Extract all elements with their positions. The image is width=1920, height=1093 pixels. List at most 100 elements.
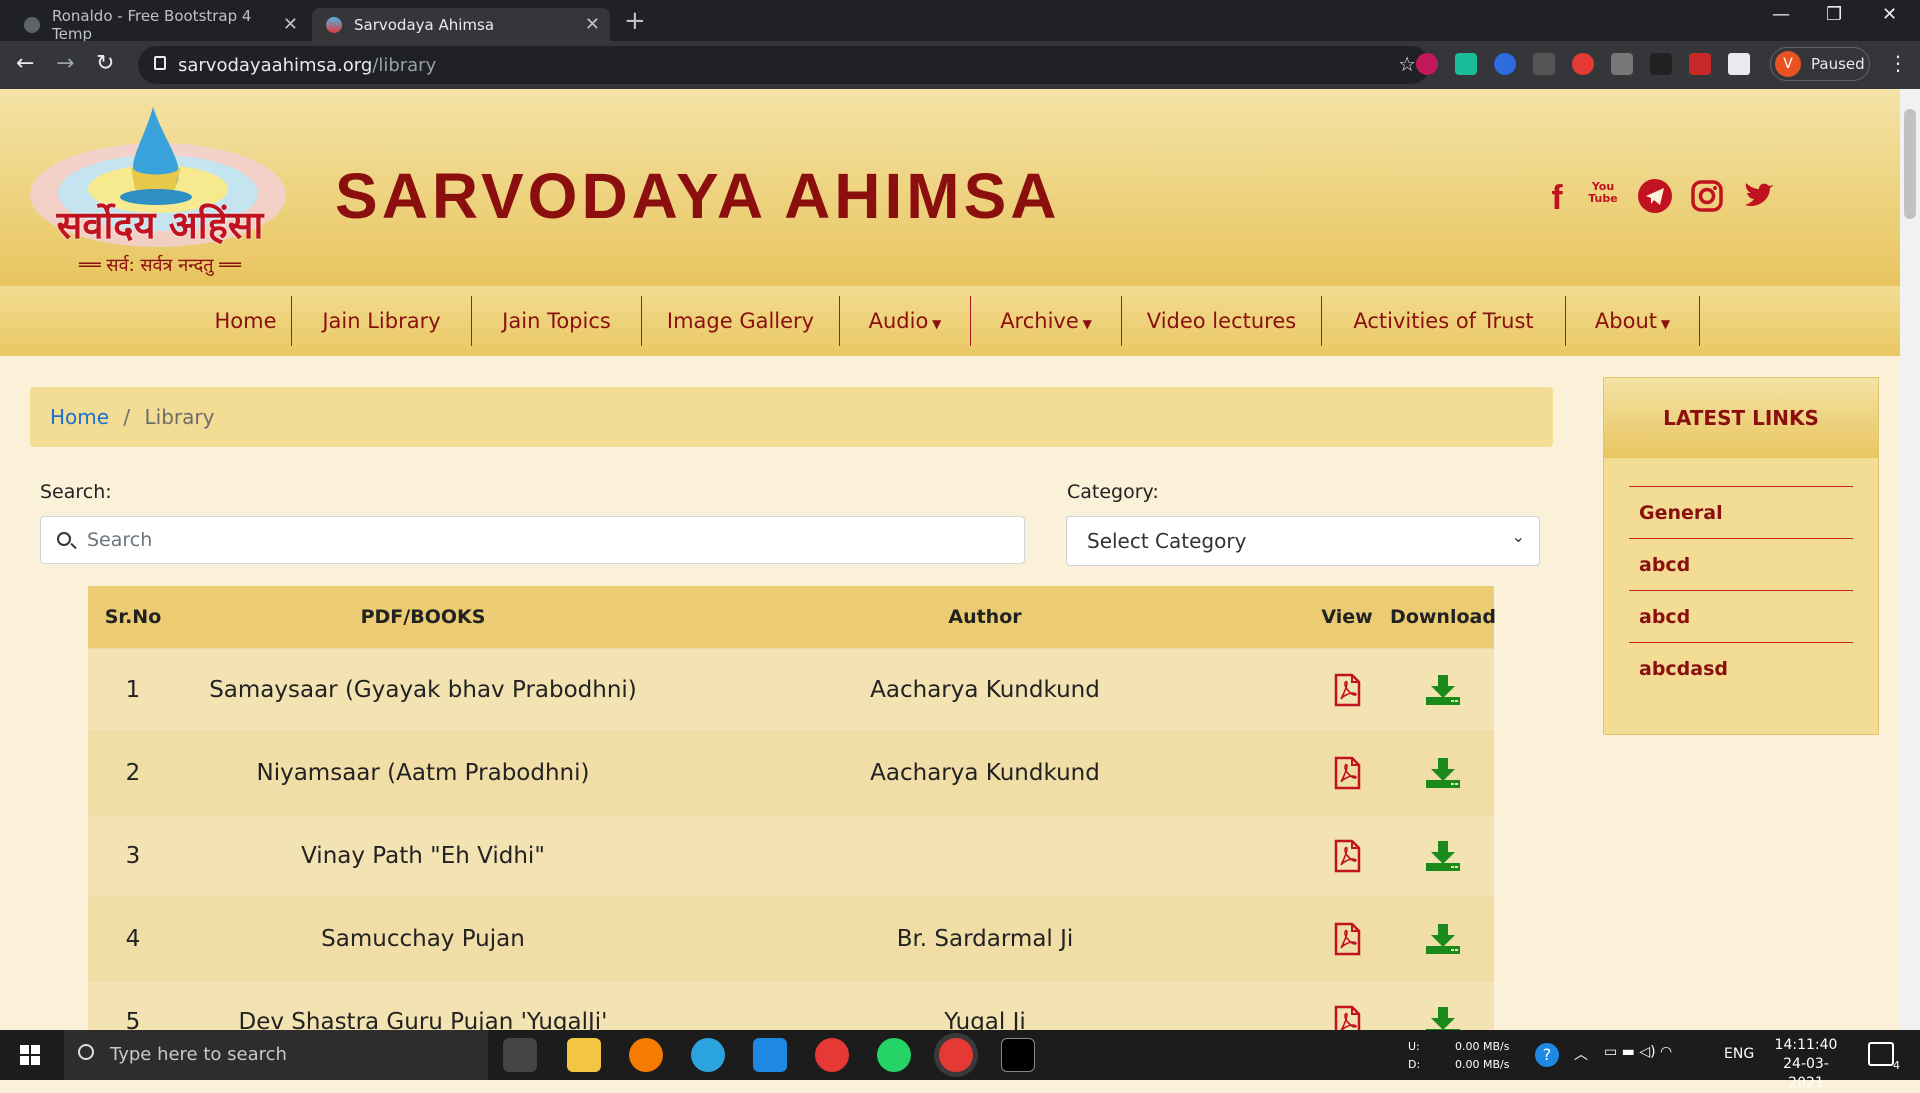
pdf-view-icon[interactable] (1302, 732, 1392, 814)
chevron-up-icon[interactable]: ︿ (1574, 1044, 1588, 1064)
clock[interactable]: 14:11:40 24-03-2021 (1766, 1036, 1846, 1093)
extension-marker-icon[interactable] (1689, 53, 1711, 75)
telegram-icon[interactable] (1638, 179, 1672, 213)
restore-icon[interactable]: ❐ (1826, 4, 1842, 25)
reload-icon[interactable]: ↻ (96, 51, 114, 76)
extension-mail-icon[interactable] (1455, 53, 1477, 75)
close-window-icon[interactable]: ✕ (1882, 4, 1897, 25)
bookmark-star-icon[interactable]: ☆ (1398, 52, 1416, 76)
facebook-icon[interactable]: f (1540, 179, 1574, 217)
latest-links-title: LATEST LINKS (1604, 378, 1878, 458)
close-icon[interactable]: ✕ (283, 14, 298, 35)
pdf-view-icon[interactable] (1302, 649, 1392, 731)
net-up-speed: 0.00 MB/s (1455, 1040, 1510, 1053)
address-bar[interactable]: sarvodayaahimsa.org/library ☆ (138, 46, 1430, 84)
back-icon[interactable]: ← (16, 51, 34, 76)
forward-icon[interactable]: → (56, 51, 74, 76)
breadcrumb-separator: / (123, 405, 131, 429)
search-input[interactable]: Search (40, 516, 1025, 564)
nav-video-lectures[interactable]: Video lectures (1122, 296, 1322, 346)
nav-home[interactable]: Home (200, 296, 292, 346)
twitter-icon[interactable] (1742, 179, 1776, 213)
nav-image-gallery[interactable]: Image Gallery (642, 296, 840, 346)
page-viewport: सर्वोदय अहिंसा ══ सर्व: सर्वत्र नन्दतु ═… (0, 89, 1900, 1030)
new-tab-icon[interactable]: + (624, 6, 646, 36)
youtube-icon[interactable]: You Tube (1586, 181, 1620, 215)
terminal-icon[interactable] (1001, 1038, 1035, 1072)
row-book-title[interactable]: Vinay Path "Eh Vidhi" (178, 815, 668, 897)
nav-activities-of-trust[interactable]: Activities of Trust (1322, 296, 1566, 346)
download-icon[interactable] (1392, 981, 1494, 1030)
pdf-view-icon[interactable] (1302, 815, 1392, 897)
nav-archive[interactable]: Archive ▼ (971, 296, 1122, 346)
taskbar-search-input[interactable]: Type here to search (64, 1030, 488, 1080)
tab-ronaldo[interactable]: Ronaldo - Free Bootstrap 4 Temp ✕ (10, 7, 308, 43)
nav-jain-library[interactable]: Jain Library (292, 296, 472, 346)
search-app-icon[interactable] (629, 1038, 663, 1072)
profile-button[interactable]: V Paused (1770, 47, 1870, 81)
header-srno: Sr.No (104, 606, 162, 628)
vscode-icon[interactable] (753, 1038, 787, 1072)
scrollbar-thumb[interactable] (1904, 109, 1916, 219)
nav-about[interactable]: About ▼ (1566, 296, 1700, 346)
extension-screen-icon[interactable] (1572, 53, 1594, 75)
page-scrollbar[interactable] (1900, 89, 1920, 1030)
extension-record-icon[interactable] (1416, 53, 1438, 75)
site-logo[interactable]: सर्वोदय अहिंसा ══ सर्व: सर्वत्र नन्दतु ═… (25, 103, 295, 283)
minimize-icon[interactable]: — (1772, 4, 1790, 25)
latest-link-abcd[interactable]: abcd (1629, 538, 1853, 590)
extension-grid-icon[interactable] (1611, 53, 1633, 75)
row-book-title[interactable]: Niyamsaar (Aatm Prabodhni) (178, 732, 668, 814)
table-row: 3 Vinay Path "Eh Vidhi" (88, 814, 1494, 897)
chrome-icon[interactable] (815, 1038, 849, 1072)
nav-audio[interactable]: Audio ▼ (840, 296, 971, 346)
download-icon[interactable] (1392, 815, 1494, 897)
url-path: /library (372, 54, 437, 76)
extensions-puzzle-icon[interactable] (1728, 53, 1750, 75)
row-srno: 3 (125, 843, 141, 869)
menu-kebab-icon[interactable]: ⋮ (1888, 51, 1908, 75)
download-icon[interactable] (1392, 898, 1494, 980)
row-srno: 1 (125, 677, 141, 703)
extension-pen-icon[interactable] (1533, 53, 1555, 75)
task-view-icon[interactable] (503, 1038, 537, 1072)
instagram-icon[interactable] (1690, 179, 1724, 213)
pdf-view-icon[interactable] (1302, 898, 1392, 980)
row-author: Aacharya Kundkund (870, 677, 1100, 703)
logo-tagline: ══ सर्व: सर्वत्र नन्दतु ══ (79, 255, 241, 276)
notifications-icon[interactable]: 4 (1868, 1042, 1900, 1072)
row-book-title[interactable]: Dev Shastra Guru Pujan 'YugalJi' (178, 981, 668, 1030)
browser-tabstrip: Ronaldo - Free Bootstrap 4 Temp ✕ Sarvod… (0, 0, 1920, 43)
category-select[interactable]: Select Category ⌄ (1066, 516, 1540, 566)
extension-car-icon[interactable] (1650, 53, 1672, 75)
pdf-view-icon[interactable] (1302, 981, 1392, 1030)
row-book-title[interactable]: Samaysaar (Gyayak bhav Prabodhni) (178, 649, 668, 731)
url-host: sarvodayaahimsa.org (178, 54, 373, 76)
file-explorer-icon[interactable] (567, 1038, 601, 1072)
tab-sarvodaya[interactable]: Sarvodaya Ahimsa ✕ (312, 8, 610, 41)
latest-link-general[interactable]: General (1629, 486, 1853, 538)
whatsapp-icon[interactable] (877, 1038, 911, 1072)
breadcrumb-home[interactable]: Home (50, 405, 109, 429)
row-srno: 2 (125, 760, 141, 786)
chevron-down-icon: ⌄ (1511, 527, 1525, 546)
download-icon[interactable] (1392, 649, 1494, 731)
system-tray-icons[interactable]: ▭ ▬ ◁) ◠ (1604, 1044, 1672, 1060)
row-srno: 5 (125, 1009, 141, 1030)
latest-link-abcd-2[interactable]: abcd (1629, 590, 1853, 642)
help-icon[interactable]: ? (1535, 1043, 1559, 1067)
windows-taskbar: Type here to search U: D: 0.00 MB/s 0.00… (0, 1030, 1920, 1091)
telegram-app-icon[interactable] (691, 1038, 725, 1072)
table-row: 1 Samaysaar (Gyayak bhav Prabodhni) Aachar… (88, 648, 1494, 731)
chrome-profile-icon[interactable] (939, 1038, 973, 1072)
library-table: Sr.No PDF/BOOKS Author View Download 1 Sa… (88, 586, 1496, 1030)
nav-jain-topics[interactable]: Jain Topics (472, 296, 642, 346)
extension-audio-icon[interactable] (1494, 53, 1516, 75)
windows-start-icon[interactable] (20, 1045, 40, 1065)
clock-date: 24-03-2021 (1783, 1056, 1829, 1091)
row-book-title[interactable]: Samucchay Pujan (178, 898, 668, 980)
latest-link-abcdasd[interactable]: abcdasd (1629, 642, 1853, 694)
close-icon[interactable]: ✕ (585, 14, 600, 35)
download-icon[interactable] (1392, 732, 1494, 814)
language-indicator[interactable]: ENG (1724, 1046, 1754, 1062)
